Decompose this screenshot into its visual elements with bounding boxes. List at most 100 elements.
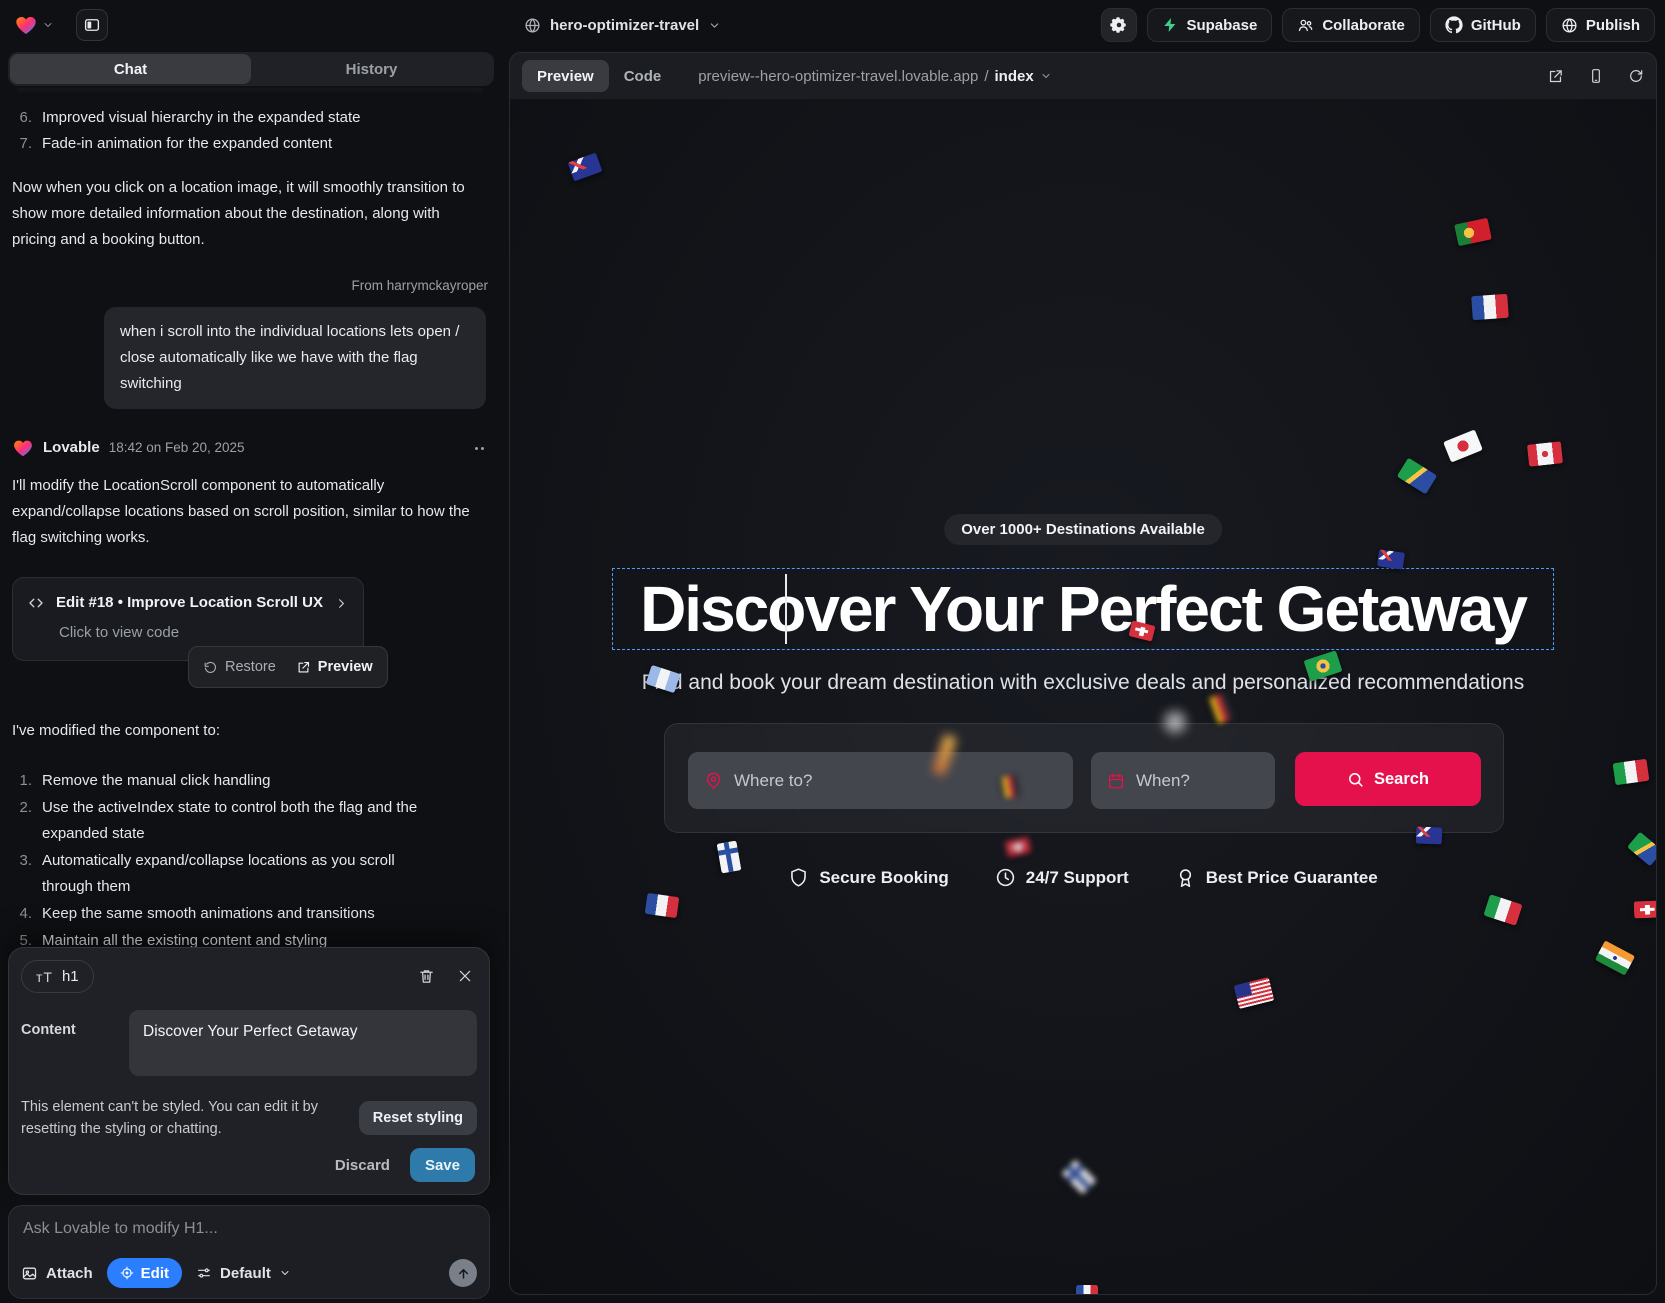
- restore-preview-toolbar: Restore Preview: [188, 646, 388, 688]
- restore-button[interactable]: Restore: [203, 654, 276, 680]
- list-item: 1. Remove the manual click handling: [12, 768, 488, 794]
- mexico-flag: [1483, 894, 1522, 925]
- text-caret: [785, 574, 787, 644]
- destinations-badge: Over 1000+ Destinations Available: [944, 514, 1222, 545]
- list-number: 3.: [12, 848, 32, 900]
- list-text: Fade-in animation for the expanded conte…: [42, 131, 332, 157]
- message-menu-button[interactable]: [471, 443, 488, 454]
- supabase-icon: [1162, 17, 1178, 33]
- discard-button[interactable]: Discard: [335, 1157, 390, 1174]
- switzerland-flag: [1634, 901, 1656, 919]
- site-canvas: Over 1000+ Destinations Available Discov…: [510, 99, 1656, 1294]
- preview-label: Preview: [318, 654, 373, 680]
- assistant-timestamp: 18:42 on Feb 20, 2025: [109, 435, 245, 461]
- lovable-heart-icon: [12, 437, 34, 459]
- list-text: Automatically expand/collapse locations …: [42, 848, 442, 900]
- canada-flag: [1527, 441, 1563, 466]
- list-item: 3. Automatically expand/collapse locatio…: [12, 848, 488, 900]
- close-panel-button[interactable]: [457, 968, 473, 985]
- content-input[interactable]: Discover Your Perfect Getaway: [129, 1010, 477, 1076]
- finland-flag: [717, 840, 742, 873]
- newzealand-flag: [1416, 827, 1443, 845]
- list-text: Improved visual hierarchy in the expande…: [42, 105, 361, 131]
- user-message-bubble: when i scroll into the individual locati…: [104, 307, 486, 409]
- mobile-view-button[interactable]: [1588, 68, 1604, 84]
- assistant-steps-list: 1. Remove the manual click handling 2. U…: [12, 768, 488, 954]
- tab-chat[interactable]: Chat: [10, 54, 251, 84]
- logo-chevron-down-icon[interactable]: [42, 19, 54, 31]
- reset-styling-button[interactable]: Reset styling: [359, 1101, 477, 1135]
- preview-url[interactable]: preview--hero-optimizer-travel.lovable.a…: [698, 68, 1051, 85]
- lovable-logo-icon: [14, 13, 38, 37]
- search-button[interactable]: Search: [1295, 752, 1481, 806]
- preview-edit-button[interactable]: Preview: [296, 654, 373, 680]
- url-host: preview--hero-optimizer-travel.lovable.a…: [698, 68, 978, 85]
- destination-placeholder: Where to?: [734, 771, 812, 791]
- preview-toolbar: Preview Code preview--hero-optimizer-tra…: [510, 53, 1656, 99]
- australia-flag: [567, 152, 602, 181]
- assistant-header: Lovable 18:42 on Feb 20, 2025: [12, 435, 488, 461]
- preview-panel: Preview Code preview--hero-optimizer-tra…: [509, 52, 1657, 1295]
- chevron-down-icon: [1040, 70, 1052, 82]
- sidebar-toggle-button[interactable]: [76, 9, 108, 41]
- save-button[interactable]: Save: [410, 1148, 475, 1182]
- germany-flag: [1209, 692, 1235, 724]
- message-author-label: From harrymckayroper: [12, 273, 488, 299]
- edit-mode-button[interactable]: Edit: [107, 1258, 182, 1288]
- settings-button[interactable]: [1101, 8, 1137, 42]
- open-in-new-tab-button[interactable]: [1547, 68, 1564, 85]
- hero-subtitle: Find and book your dream destination wit…: [510, 671, 1656, 695]
- list-number: 2.: [12, 795, 32, 847]
- publish-label: Publish: [1586, 17, 1640, 34]
- project-switcher[interactable]: hero-optimizer-travel: [524, 0, 721, 50]
- tab-code[interactable]: Code: [609, 60, 677, 92]
- delete-element-button[interactable]: [418, 968, 435, 985]
- collaborate-button[interactable]: Collaborate: [1282, 8, 1420, 42]
- list-item: 2. Use the activeIndex state to control …: [12, 795, 488, 847]
- feature-support: 24/7 Support: [995, 867, 1129, 888]
- github-button[interactable]: GitHub: [1430, 8, 1536, 42]
- send-button[interactable]: [449, 1259, 477, 1287]
- list-item: 7. Fade-in animation for the expanded co…: [12, 131, 488, 157]
- attach-button[interactable]: Attach: [21, 1265, 93, 1282]
- collaborate-label: Collaborate: [1322, 17, 1405, 34]
- project-name: hero-optimizer-travel: [550, 17, 699, 34]
- tab-preview[interactable]: Preview: [522, 60, 609, 92]
- feature-label: 24/7 Support: [1026, 868, 1129, 888]
- top-bar: hero-optimizer-travel Supabase Collabora…: [0, 0, 1665, 50]
- features-row: Secure Booking 24/7 Support Best Price G…: [510, 867, 1656, 888]
- restore-icon: [203, 660, 218, 675]
- github-icon: [1445, 16, 1463, 34]
- assistant-paragraph: I'll modify the LocationScroll component…: [12, 473, 488, 551]
- france-flag: [1471, 294, 1509, 320]
- assistant-list-improvements: 6. Improved visual hierarchy in the expa…: [12, 105, 488, 157]
- location-pin-icon: [704, 771, 723, 790]
- list-text: Use the activeIndex state to control bot…: [42, 795, 442, 847]
- france-flag: [645, 893, 680, 918]
- sliders-icon: [196, 1265, 212, 1281]
- refresh-button[interactable]: [1628, 68, 1644, 84]
- tab-history[interactable]: History: [251, 54, 492, 84]
- content-field-label: Content: [21, 1010, 129, 1076]
- france-flag: [1076, 1285, 1098, 1294]
- sidebar-tabs: Chat History: [8, 52, 494, 86]
- selected-element-pill[interactable]: тT h1: [21, 960, 94, 993]
- hero-title[interactable]: Discover Your Perfect Getaway: [640, 572, 1526, 646]
- edit-mode-label: Edit: [141, 1265, 169, 1282]
- date-placeholder: When?: [1136, 771, 1190, 791]
- clipped-scrolled-row: [18, 88, 482, 97]
- crosshair-icon: [120, 1266, 134, 1280]
- list-text: Remove the manual click handling: [42, 768, 270, 794]
- project-chevron-down-icon: [708, 19, 721, 32]
- github-label: GitHub: [1471, 17, 1521, 34]
- feature-label: Best Price Guarantee: [1206, 868, 1378, 888]
- edit-card-subtitle: Click to view code: [59, 620, 349, 646]
- selected-h1-element[interactable]: Discover Your Perfect Getaway: [613, 569, 1553, 649]
- publish-button[interactable]: Publish: [1546, 8, 1655, 42]
- newzealand-flag: [1377, 549, 1405, 569]
- date-input[interactable]: When?: [1091, 752, 1275, 809]
- mode-select[interactable]: Default: [196, 1265, 291, 1282]
- clock-icon: [995, 867, 1016, 888]
- supabase-button[interactable]: Supabase: [1147, 8, 1272, 42]
- composer-input[interactable]: [23, 1220, 475, 1238]
